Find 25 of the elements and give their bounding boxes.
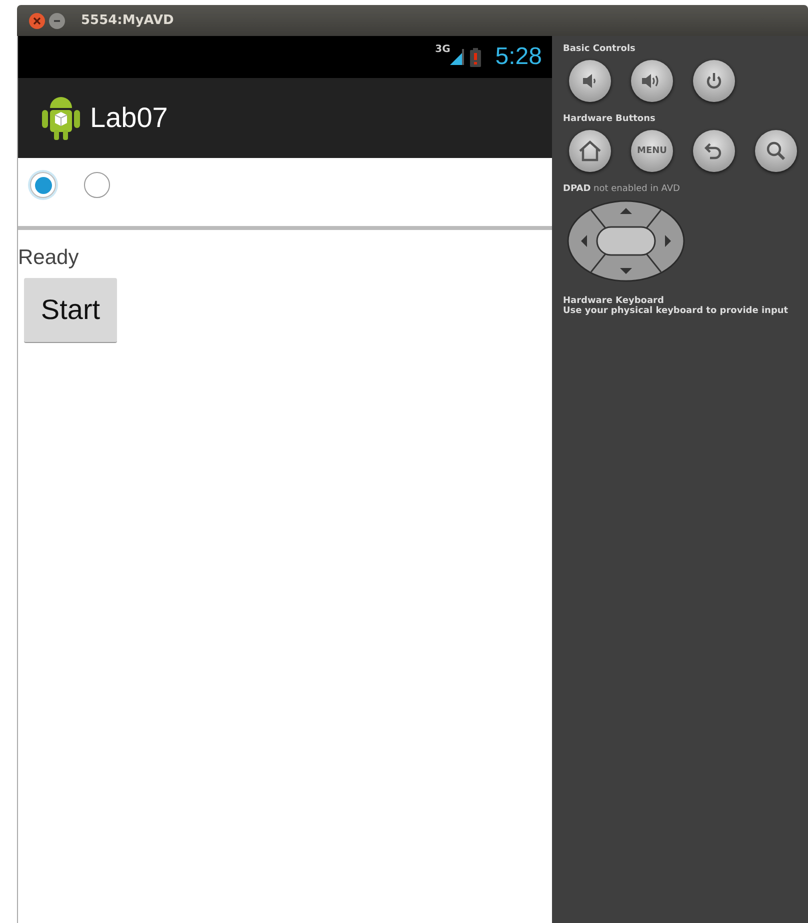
back-icon[interactable]: [693, 130, 735, 172]
section-title: Basic Controls: [563, 44, 636, 54]
keyboard-note: Use your physical keyboard to provide input: [563, 306, 790, 316]
status-label: Ready: [18, 246, 80, 270]
section-title: Hardware Keyboard: [563, 296, 665, 306]
signal-icon: [450, 49, 464, 65]
minimize-icon[interactable]: [49, 12, 65, 28]
home-icon[interactable]: [569, 130, 611, 172]
network-type-label: 3G: [435, 44, 450, 55]
battery-icon: [470, 48, 482, 66]
menu-button[interactable]: MENU: [631, 130, 673, 172]
section-title: Hardware Buttons: [563, 114, 656, 124]
search-icon[interactable]: [755, 130, 797, 172]
radio-button[interactable]: [84, 172, 110, 198]
clock-time: 5:28: [495, 43, 542, 71]
power-icon[interactable]: [693, 60, 735, 102]
radio-button[interactable]: [30, 172, 56, 198]
close-icon[interactable]: [29, 12, 45, 28]
app-title: Lab07: [90, 102, 168, 134]
dpad-note: DPAD not enabled in AVD: [563, 184, 681, 194]
window-title: 5554:MyAVD: [81, 13, 174, 28]
volume-up-icon[interactable]: [631, 60, 673, 102]
start-button[interactable]: Start: [24, 278, 117, 343]
volume-down-icon[interactable]: [569, 60, 611, 102]
android-robot-icon: [42, 94, 80, 142]
